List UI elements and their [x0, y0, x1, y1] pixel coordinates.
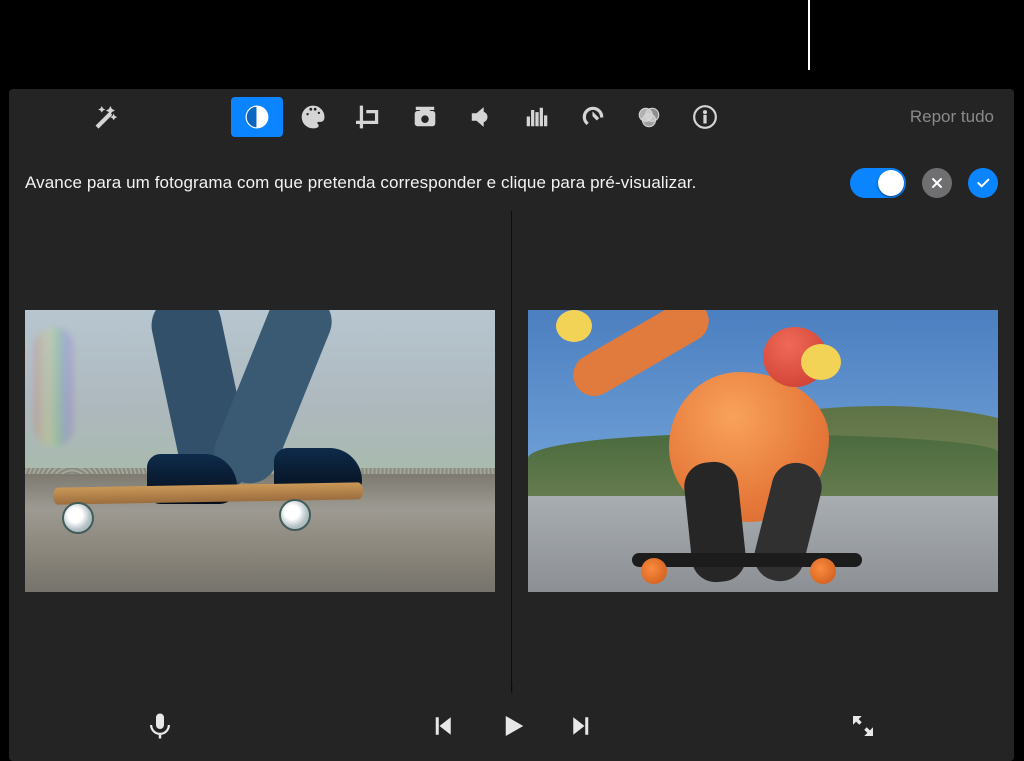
equalizer-icon	[524, 104, 550, 130]
microphone-icon	[145, 711, 175, 741]
speed-button[interactable]	[567, 97, 619, 137]
voiceover-button[interactable]	[145, 711, 175, 741]
right-clip-thumbnail	[528, 310, 998, 592]
close-icon	[929, 175, 945, 191]
color-balance-icon	[244, 104, 270, 130]
right-preview-pane[interactable]	[512, 211, 1014, 691]
speedometer-icon	[580, 104, 606, 130]
play-icon	[497, 711, 527, 741]
viewer-divider	[511, 211, 513, 691]
volume-icon	[468, 104, 494, 130]
cancel-button[interactable]	[922, 168, 952, 198]
left-clip-thumbnail	[25, 310, 495, 592]
toggle-knob	[878, 170, 904, 196]
callout-line	[808, 0, 810, 70]
adjust-tool-group	[231, 97, 731, 137]
magic-wand-button[interactable]	[79, 97, 131, 137]
filters-icon	[636, 104, 662, 130]
previous-frame-button[interactable]	[427, 711, 457, 741]
hint-text: Avance para um fotograma com que pretend…	[25, 173, 696, 193]
playback-controls	[9, 691, 1014, 761]
prev-icon	[427, 711, 457, 741]
match-color-subbar: Avance para um fotograma com que pretend…	[9, 161, 1014, 205]
info-button[interactable]	[679, 97, 731, 137]
fullscreen-icon	[848, 711, 878, 741]
play-button[interactable]	[497, 711, 527, 741]
next-icon	[567, 711, 597, 741]
next-frame-button[interactable]	[567, 711, 597, 741]
adjust-toolbar: Repor tudo	[9, 89, 1014, 145]
crop-icon	[356, 104, 382, 130]
editor-panel: Repor tudo Avance para um fotograma com …	[9, 89, 1014, 761]
camera-icon	[412, 104, 438, 130]
check-icon	[975, 175, 991, 191]
equalizer-button[interactable]	[511, 97, 563, 137]
volume-button[interactable]	[455, 97, 507, 137]
palette-icon	[300, 104, 326, 130]
stabilization-button[interactable]	[399, 97, 451, 137]
filters-button[interactable]	[623, 97, 675, 137]
compare-viewer	[9, 211, 1014, 691]
color-correction-button[interactable]	[287, 97, 339, 137]
info-icon	[692, 104, 718, 130]
magic-wand-icon	[92, 104, 118, 130]
preview-toggle[interactable]	[850, 168, 906, 198]
confirm-button[interactable]	[968, 168, 998, 198]
left-preview-pane[interactable]	[9, 211, 511, 691]
reset-all-button[interactable]: Repor tudo	[910, 107, 994, 127]
fullscreen-button[interactable]	[848, 711, 878, 741]
color-balance-button[interactable]	[231, 97, 283, 137]
crop-button[interactable]	[343, 97, 395, 137]
